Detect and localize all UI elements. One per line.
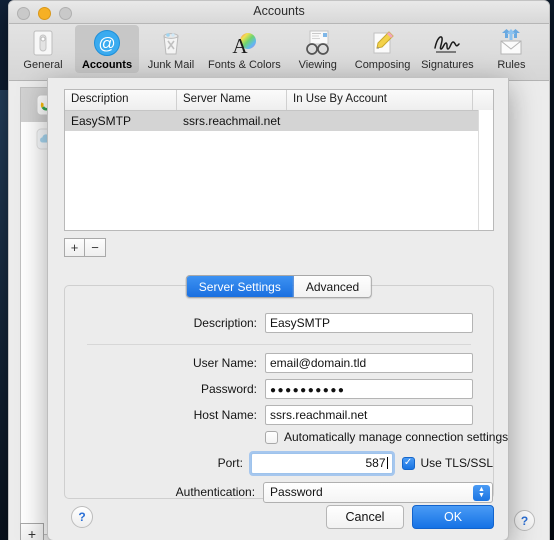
- signature-icon: [431, 28, 463, 58]
- window-title: Accounts: [253, 4, 305, 18]
- toolbar-label-composing: Composing: [354, 59, 411, 71]
- chevron-updown-icon: ▲ ▼: [473, 484, 490, 501]
- general-switch-icon: [30, 28, 56, 58]
- field-row-password: Password: ●●●●●●●●●●: [65, 378, 493, 400]
- column-header-server-name[interactable]: Server Name: [177, 90, 287, 110]
- description-input[interactable]: EasySMTP: [265, 313, 473, 333]
- cell-server-name: ssrs.reachmail.net: [183, 114, 281, 128]
- table-row[interactable]: EasySMTP ssrs.reachmail.net: [65, 111, 493, 131]
- field-row-port: Port: 587 ✓ Use TLS/SSL: [65, 452, 493, 474]
- table-header-row: Description Server Name In Use By Accoun…: [65, 90, 493, 111]
- svg-text:@: @: [98, 34, 115, 53]
- toolbar-item-general[interactable]: General: [11, 25, 75, 73]
- preferences-toolbar: General @ Accounts Junk Mail A Fonts & C…: [9, 24, 549, 81]
- field-separator: [87, 344, 471, 345]
- add-server-button[interactable]: +: [64, 238, 85, 257]
- sheet-help-button[interactable]: ?: [71, 506, 93, 528]
- at-sign-icon: @: [93, 28, 121, 58]
- toolbar-item-accounts[interactable]: @ Accounts: [75, 25, 139, 73]
- toolbar-label-signatures: Signatures: [421, 59, 474, 71]
- label-user-name: User Name:: [192, 356, 257, 370]
- host-name-input[interactable]: ssrs.reachmail.net: [265, 405, 473, 425]
- glasses-icon: [303, 28, 333, 58]
- toolbar-label-rules: Rules: [497, 59, 526, 71]
- use-tls-ssl-checkbox[interactable]: ✓: [401, 456, 415, 470]
- tab-bar: Server Settings Advanced: [185, 275, 373, 298]
- toolbar-label-general: General: [23, 59, 63, 71]
- text-caret: [386, 456, 388, 469]
- label-port: Port:: [217, 456, 243, 470]
- add-account-button[interactable]: +: [20, 523, 44, 540]
- screen: Accounts General @ Accounts Junk Mail A …: [0, 0, 554, 540]
- toolbar-item-composing[interactable]: Composing: [350, 25, 416, 73]
- column-header-description[interactable]: Description: [65, 90, 177, 110]
- column-header-spacer: [473, 90, 493, 110]
- label-authentication: Authentication:: [175, 485, 256, 499]
- toolbar-label-viewing: Viewing: [298, 59, 337, 71]
- tab-advanced[interactable]: Advanced: [293, 276, 372, 297]
- toolbar-item-rules[interactable]: Rules: [479, 25, 543, 73]
- toolbar-item-viewing[interactable]: Viewing: [286, 25, 350, 73]
- toolbar-item-signatures[interactable]: Signatures: [415, 25, 479, 73]
- tls-checkbox-row[interactable]: ✓ Use TLS/SSL: [401, 456, 493, 470]
- user-name-input[interactable]: email@domain.tld: [265, 353, 473, 373]
- tab-server-settings[interactable]: Server Settings: [186, 276, 294, 297]
- field-row-authentication: Authentication: Password ▲ ▼: [65, 481, 493, 503]
- cancel-button[interactable]: Cancel: [326, 505, 404, 529]
- trash-icon: [157, 28, 185, 58]
- toolbar-label-fonts-colors: Fonts & Colors: [208, 59, 281, 71]
- smtp-server-list-sheet: Description Server Name In Use By Accoun…: [47, 78, 509, 540]
- column-header-in-use-by-account[interactable]: In Use By Account: [287, 90, 473, 110]
- auto-manage-checkbox-row[interactable]: Automatically manage connection settings: [265, 430, 508, 444]
- svg-text:A: A: [233, 34, 249, 57]
- background-help-button[interactable]: ?: [514, 510, 535, 531]
- server-settings-tabbox: Server Settings Advanced Description: Ea…: [64, 275, 508, 503]
- cell-description: EasySMTP: [71, 114, 132, 128]
- use-tls-ssl-label: Use TLS/SSL: [420, 456, 493, 470]
- toolbar-item-fonts-colors[interactable]: A Fonts & Colors: [203, 25, 286, 73]
- auto-manage-label: Automatically manage connection settings: [284, 430, 509, 444]
- label-password: Password:: [200, 382, 257, 396]
- ok-button[interactable]: OK: [412, 505, 494, 529]
- rules-envelope-icon: [496, 28, 526, 58]
- toolbar-label-accounts: Accounts: [81, 59, 133, 71]
- list-controls: + −: [64, 238, 106, 257]
- label-description: Description:: [193, 316, 257, 330]
- smtp-servers-table[interactable]: Description Server Name In Use By Accoun…: [64, 89, 494, 231]
- pencil-note-icon: [369, 28, 397, 58]
- port-input[interactable]: 587: [250, 452, 393, 474]
- toolbar-label-junk-mail: Junk Mail: [147, 59, 195, 71]
- label-host-name: Host Name:: [193, 408, 257, 422]
- window-titlebar: Accounts: [9, 1, 549, 24]
- password-input[interactable]: ●●●●●●●●●●: [265, 379, 473, 399]
- remove-server-button[interactable]: −: [85, 238, 106, 257]
- authentication-value: Password: [270, 484, 323, 499]
- authentication-select[interactable]: Password ▲ ▼: [263, 481, 493, 503]
- field-row-user-name: User Name: email@domain.tld: [65, 352, 493, 374]
- field-row-host-name: Host Name: ssrs.reachmail.net: [65, 404, 493, 426]
- field-row-description: Description: EasySMTP: [65, 312, 493, 334]
- table-scrollbar[interactable]: [478, 110, 493, 230]
- auto-manage-checkbox[interactable]: [265, 430, 278, 444]
- font-color-icon: A: [230, 28, 258, 58]
- port-value: 587: [365, 455, 386, 470]
- toolbar-item-junk-mail[interactable]: Junk Mail: [139, 25, 203, 73]
- checkmark-icon: ✓: [403, 457, 413, 468]
